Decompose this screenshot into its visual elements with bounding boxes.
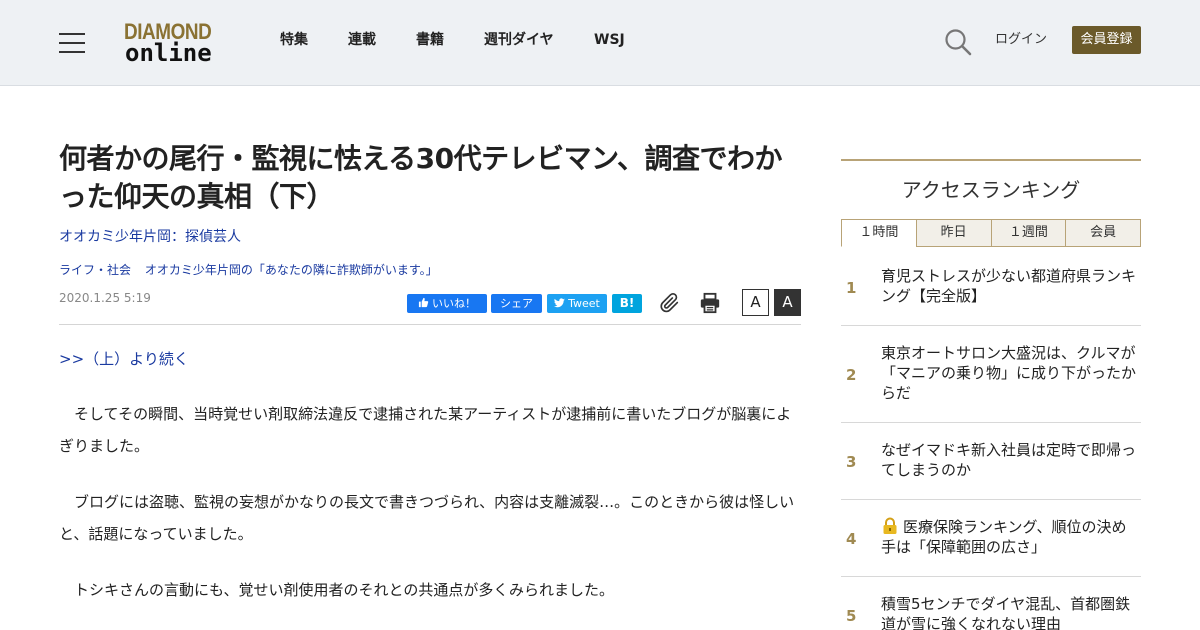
ranking-item-2[interactable]: 2 東京オートサロン大盛況は、クルマが「マニアの乗り物」に成り下がったからだ [841, 343, 1141, 423]
twitter-bird-icon [554, 298, 565, 308]
ranking-number: 3 [846, 453, 857, 471]
ranking-tabs: １時間 昨日 １週間 会員 [841, 219, 1141, 247]
nav-link-series[interactable]: 連載 [348, 31, 376, 49]
nav-link-weekly-diamond[interactable]: 週刊ダイヤ [484, 31, 554, 49]
nav-link-features[interactable]: 特集 [280, 31, 308, 49]
font-size-small-button[interactable]: A [742, 289, 769, 316]
nav-link-books[interactable]: 書籍 [416, 31, 444, 49]
register-button[interactable]: 会員登録 [1072, 26, 1141, 54]
previous-part-link[interactable]: >>（上）より続く [59, 349, 189, 369]
publish-date: 2020.1.25 5:19 [59, 291, 151, 305]
tab-1-hour[interactable]: １時間 [841, 219, 917, 247]
login-link[interactable]: ログイン [995, 31, 1047, 49]
tab-yesterday[interactable]: 昨日 [915, 219, 992, 247]
facebook-share-button[interactable]: シェア [491, 294, 542, 313]
ranking-number: 5 [846, 607, 857, 625]
menu-icon[interactable] [59, 31, 85, 53]
ranking-number: 4 [846, 530, 857, 548]
category-link[interactable]: ライフ・社会 [59, 263, 131, 277]
ranking-number: 1 [846, 279, 857, 297]
ranking-text: 積雪5センチでダイヤ混乱、首都圏鉄道が雪に強くなれない理由 [881, 595, 1131, 630]
ranking-separator [841, 576, 1141, 577]
ranking-text: 医療保険ランキング、順位の決め手は「保障範囲の広さ」 [881, 518, 1127, 556]
search-icon[interactable] [944, 28, 972, 56]
series-link[interactable]: オオカミ少年片岡の「あなたの隣に詐欺師がいます。」 [145, 263, 438, 277]
article-paragraph: ブログには盗聴、監視の妄想がかなりの長文で書きつづられ、内容は支離滅裂…。このと… [59, 493, 795, 543]
ranking-item-5[interactable]: 5 積雪5センチでダイヤ混乱、首都圏鉄道が雪に強くなれない理由 [841, 594, 1141, 630]
ranking-item-4[interactable]: 4 医療保険ランキング、順位の決め手は「保障範囲の広さ」 [841, 517, 1141, 577]
hatena-bookmark-button[interactable]: B! [612, 294, 642, 313]
ranking-separator [841, 422, 1141, 423]
thumbs-up-icon [418, 297, 429, 308]
article-title: 何者かの尾行・監視に怯える30代テレビマン、調査でわかった仰天の真相（下） [59, 142, 782, 213]
lock-icon [881, 517, 899, 535]
logo-bottom-text: online [125, 39, 212, 67]
ranking-text: 育児ストレスが少ない都道府県ランキング【完全版】 [881, 267, 1137, 305]
tweet-button[interactable]: Tweet [547, 294, 607, 313]
ranking-text: 東京オートサロン大盛況は、クルマが「マニアの乗り物」に成り下がったからだ [881, 344, 1137, 402]
author-link[interactable]: オオカミ少年片岡：探偵芸人 [59, 228, 241, 246]
tab-1-week[interactable]: １週間 [990, 219, 1067, 247]
site-logo[interactable]: DIAMOND online [124, 20, 228, 67]
ranking-title: アクセスランキング [901, 178, 1081, 202]
tweet-label: Tweet [568, 297, 600, 310]
paperclip-icon[interactable] [659, 292, 681, 314]
ranking-separator [841, 499, 1141, 500]
site-header: DIAMOND online 特集 連載 書籍 週刊ダイヤ WSJ ログイン 会… [0, 0, 1200, 86]
print-icon[interactable] [699, 292, 721, 314]
article-divider [59, 324, 801, 325]
ranking-text: なぜイマドキ新入社員は定時で即帰ってしまうのか [881, 441, 1137, 479]
ranking-text-container: 医療保険ランキング、順位の決め手は「保障範囲の広さ」 [881, 517, 1141, 557]
ranking-separator [841, 325, 1141, 326]
facebook-like-button[interactable]: いいね！ [407, 294, 487, 313]
ranking-number: 2 [846, 366, 857, 384]
article-paragraph: そしてその瞬間、当時覚せい剤取締法違反で逮捕された某アーティストが逮捕前に書いた… [59, 405, 792, 455]
article-paragraph: トシキさんの言動にも、覚せい剤使用者のそれとの共通点が多くみられました。 [59, 581, 615, 599]
tab-members[interactable]: 会員 [1065, 219, 1141, 247]
category-line: ライフ・社会 オオカミ少年片岡の「あなたの隣に詐欺師がいます。」 [59, 262, 448, 278]
ranking-item-3[interactable]: 3 なぜイマドキ新入社員は定時で即帰ってしまうのか [841, 440, 1141, 500]
nav-link-wsj[interactable]: WSJ [594, 31, 625, 49]
font-size-large-button[interactable]: A [774, 289, 801, 316]
facebook-like-label: いいね！ [432, 297, 476, 310]
ranking-item-1[interactable]: 1 育児ストレスが少ない都道府県ランキング【完全版】 [841, 266, 1141, 326]
sidebar-top-border [841, 159, 1141, 161]
